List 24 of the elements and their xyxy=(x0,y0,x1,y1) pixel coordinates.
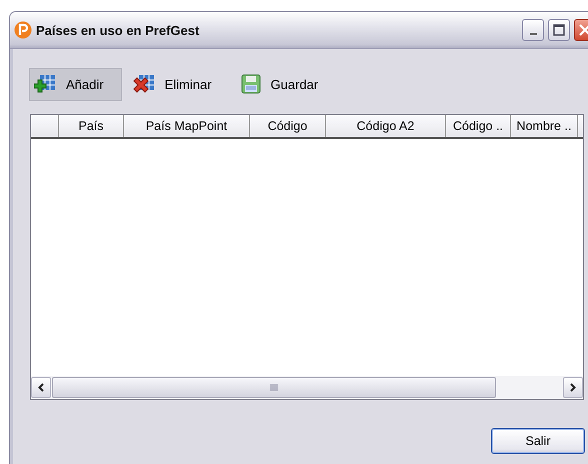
minimize-button[interactable] xyxy=(522,19,544,41)
column-header[interactable]: País MapPoint xyxy=(124,115,250,137)
window-title: Países en uso en PrefGest xyxy=(36,22,200,38)
toolbar-button[interactable]: Guardar xyxy=(236,68,336,100)
scroll-thumb[interactable] xyxy=(52,377,496,398)
toolbar-button[interactable]: Añadir xyxy=(29,68,122,100)
add-grid-icon xyxy=(34,74,56,94)
maximize-icon xyxy=(553,24,565,36)
horizontal-scrollbar[interactable] xyxy=(31,376,583,399)
column-header[interactable]: Código .. xyxy=(446,115,511,137)
exit-button[interactable]: Salir xyxy=(491,428,585,454)
toolbar-button[interactable]: Eliminar xyxy=(128,68,230,100)
minimize-icon xyxy=(530,33,536,35)
column-header[interactable]: Nombre .. xyxy=(511,115,578,137)
column-header[interactable]: País xyxy=(59,115,124,137)
column-header[interactable]: Código xyxy=(250,115,326,137)
delete-grid-icon xyxy=(132,74,155,94)
scroll-left-button[interactable] xyxy=(31,377,51,398)
column-header[interactable]: Código A2 xyxy=(326,115,446,137)
app-logo-icon xyxy=(14,21,32,39)
grip-icon xyxy=(270,384,278,391)
maximize-button[interactable] xyxy=(548,19,570,41)
close-icon xyxy=(579,24,588,36)
scroll-right-button[interactable] xyxy=(563,377,583,398)
